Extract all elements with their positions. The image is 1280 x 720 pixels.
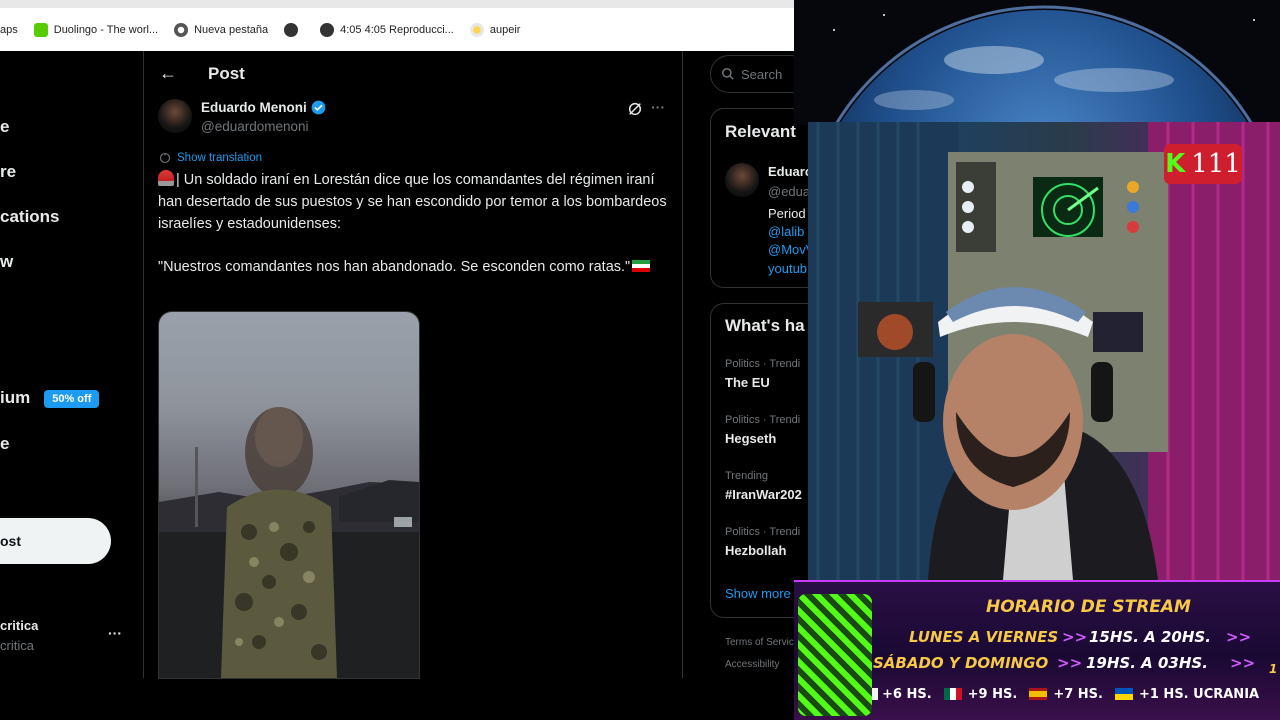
relevant-link-1[interactable]: @lalib: [768, 224, 804, 239]
weekday-label: LUNES A VIERNES: [909, 628, 1059, 646]
nav-item-notifications[interactable]: cations: [0, 207, 60, 227]
banner-title: HORARIO DE STREAM: [986, 597, 1191, 617]
relevant-handle: @edua: [768, 184, 811, 199]
back-arrow-icon[interactable]: ←: [159, 63, 177, 84]
webcam-scene-graphic: [808, 122, 1280, 580]
trends-card: [710, 303, 822, 618]
bookmarks-bar: aps Duolingo - The worl... Nueva pestaña…: [0, 8, 794, 51]
left-navigation: e re cations w ium 50% off e critica crit…: [0, 51, 143, 720]
earth-background: [794, 0, 1280, 125]
trends-title: What's ha: [725, 316, 805, 335]
bookmark-reproduccion[interactable]: 4:05 4:05 Reproducci...: [320, 22, 454, 37]
show-translation-link[interactable]: Show translation: [159, 152, 262, 164]
post-video[interactable]: [158, 311, 420, 679]
more-options-icon[interactable]: ···: [651, 99, 665, 115]
viewer-count: 111: [1191, 149, 1241, 179]
trend-meta: Politics · Trendi: [725, 414, 801, 426]
browser-top-strip: [0, 0, 794, 8]
author-handle[interactable]: @eduardomenoni: [201, 119, 309, 134]
trend-item[interactable]: #IranWar202: [725, 487, 802, 502]
author-name-row: Eduardo Menoni: [201, 100, 326, 115]
account-handle: critica: [0, 638, 34, 653]
account-menu-icon[interactable]: ···: [108, 625, 122, 641]
uruguay-flag-icon: [872, 688, 878, 700]
spain-flag-icon: [1029, 688, 1048, 700]
account-name[interactable]: critica: [0, 618, 38, 633]
post-button[interactable]: ost: [0, 518, 111, 564]
terms-link[interactable]: Terms of Servic: [725, 637, 794, 648]
verified-badge-icon: [311, 100, 326, 115]
author-name[interactable]: Eduardo Menoni: [201, 100, 307, 115]
nav-item-premium[interactable]: ium 50% off: [0, 388, 100, 408]
banner-top-border: [794, 580, 1280, 582]
duolingo-icon: [33, 22, 48, 37]
green-hex-logo-icon: [798, 594, 872, 716]
kick-viewer-badge: K 111: [1164, 144, 1242, 184]
trend-item[interactable]: Hezbollah: [725, 543, 786, 558]
stream-schedule-banner: HORARIO DE STREAM LUNES A VIERNES >> 15H…: [794, 580, 1280, 720]
weekend-hours: 19HS. A 03HS.: [1086, 654, 1208, 672]
post-text: | Un soldado iraní en Lorestán dice que …: [158, 170, 667, 232]
timezone-strip: +6 HS. +9 HS. +7 HS. +1 HS. UCRANIA: [872, 683, 1259, 705]
kick-logo-icon: K: [1165, 149, 1186, 179]
mexico-flag-icon: [943, 688, 962, 700]
bookmark-duolingo[interactable]: Duolingo - The worl...: [33, 22, 158, 37]
sparkle-icon: [469, 22, 484, 37]
chevron-right-icon: >>: [1057, 654, 1083, 672]
globe-icon: [284, 22, 299, 37]
relevant-bio: Period: [768, 206, 806, 221]
video-frame-graphic: [159, 407, 419, 678]
siren-emoji-icon: [158, 170, 174, 186]
weekend-label: SÁBADO Y DOMINGO: [873, 654, 1049, 672]
nav-item-explore[interactable]: re: [0, 162, 16, 182]
bookmark-maps[interactable]: aps: [0, 24, 18, 36]
relevant-link-3[interactable]: youtub: [768, 261, 807, 276]
author-avatar[interactable]: [158, 99, 192, 133]
chevron-right-icon: >>: [1226, 628, 1252, 646]
relevant-name[interactable]: Eduarc: [768, 164, 812, 179]
chevron-right-icon: >>: [1230, 654, 1256, 672]
webcam-feed: K 111: [808, 122, 1280, 580]
relevant-avatar[interactable]: [725, 163, 759, 197]
post-quote: "Nuestros comandantes nos han abandonado…: [158, 256, 668, 278]
grok-icon[interactable]: [627, 101, 643, 117]
nav-item-grok[interactable]: w: [0, 252, 13, 272]
nav-item-more[interactable]: e: [0, 434, 9, 454]
accessibility-link[interactable]: Accessibility: [725, 659, 779, 670]
nav-item-home[interactable]: e: [0, 117, 9, 137]
search-icon: [722, 68, 734, 80]
banner-edge-char: 1: [1269, 662, 1278, 676]
trend-meta: Trending: [725, 470, 769, 482]
column-divider-left: [143, 51, 144, 678]
premium-discount-badge: 50% off: [44, 389, 100, 408]
bookmark-new-tab[interactable]: Nueva pestaña: [174, 22, 268, 37]
bookmark-aupeir[interactable]: aupeir: [469, 22, 520, 37]
chevron-right-icon: >>: [1062, 628, 1088, 646]
trend-item[interactable]: The EU: [725, 375, 770, 390]
trend-item[interactable]: Hegseth: [725, 431, 776, 446]
weekday-hours: 15HS. A 20HS.: [1089, 628, 1211, 646]
trend-meta: Politics · Trendi: [725, 526, 801, 538]
globe-icon: [320, 22, 335, 37]
chrome-icon: [174, 22, 189, 37]
translate-icon: [159, 152, 171, 164]
trend-meta: Politics · Trendi: [725, 358, 801, 370]
relevant-title: Relevant: [725, 122, 796, 141]
page-title: Post: [208, 64, 245, 83]
bookmark-globe[interactable]: [284, 22, 304, 37]
earth-graphic: [833, 5, 1255, 125]
show-more-link[interactable]: Show more: [725, 586, 791, 601]
iran-flag-icon: [632, 260, 651, 272]
ukraine-flag-icon: [1114, 688, 1133, 700]
column-divider-right: [682, 51, 683, 678]
